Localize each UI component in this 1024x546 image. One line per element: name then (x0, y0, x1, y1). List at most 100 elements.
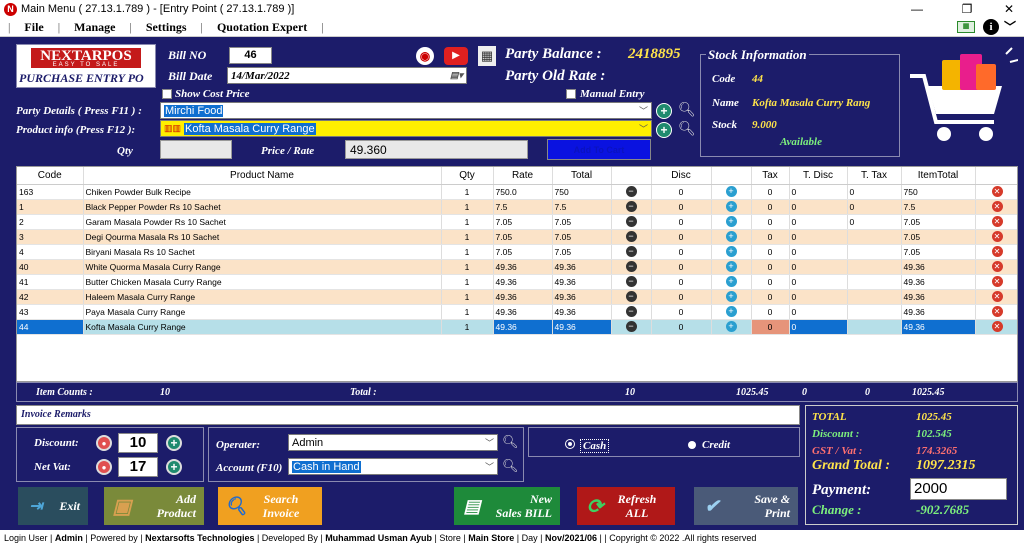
decrease-qty-icon[interactable]: − (625, 231, 637, 242)
cell-product-name[interactable]: Kofta Masala Curry Range (83, 319, 442, 335)
decrease-qty-icon[interactable]: − (625, 321, 637, 332)
delete-row-icon[interactable]: ✕ (991, 306, 1003, 317)
cell-rate[interactable]: 49.36 (493, 304, 553, 320)
cell-rate[interactable]: 49.36 (493, 319, 553, 335)
cell-delete[interactable]: ✕ (975, 259, 1017, 275)
product-select[interactable]: ▥▥ Kofta Masala Curry Range ﹀ (160, 120, 652, 137)
cell-plus[interactable]: + (711, 184, 752, 200)
cash-radio-label[interactable]: Cash (580, 439, 610, 453)
delete-row-icon[interactable]: ✕ (991, 231, 1003, 242)
table-row[interactable]: 41 Butter Chicken Masala Curry Range 1 49.3… (17, 274, 1017, 290)
cell-t-tax[interactable] (847, 289, 902, 305)
cell-rate[interactable]: 49.36 (493, 274, 553, 290)
chevron-down-icon[interactable]: ﹀ (485, 436, 494, 449)
cell-code[interactable]: 44 (17, 319, 84, 335)
cell-total[interactable]: 7.05 (552, 229, 612, 245)
col-product-name[interactable]: Product Name (83, 167, 442, 185)
cell-minus[interactable]: − (611, 244, 652, 260)
cell-delete[interactable]: ✕ (975, 319, 1017, 335)
cell-product-name[interactable]: Butter Chicken Masala Curry Range (83, 274, 442, 290)
increase-qty-icon[interactable]: + (725, 261, 737, 272)
cell-product-name[interactable]: Chiken Powder Bulk Recipe (83, 184, 442, 200)
decrease-qty-icon[interactable]: − (625, 216, 637, 227)
cell-tax[interactable]: 0 (751, 244, 790, 260)
cell-item-total[interactable]: 49.36 (901, 274, 976, 290)
delete-row-icon[interactable]: ✕ (991, 186, 1003, 197)
cell-item-total[interactable]: 7.05 (901, 244, 976, 260)
add-to-cart-button[interactable]: Add To Cart (547, 139, 651, 160)
cell-disc[interactable]: 0 (651, 304, 712, 320)
decrease-qty-icon[interactable]: − (625, 306, 637, 317)
cell-minus[interactable]: − (611, 259, 652, 275)
party-select[interactable]: Mirchi Food ﹀ (160, 102, 652, 119)
increase-qty-icon[interactable]: + (725, 276, 737, 287)
cell-t-disc[interactable]: 0 (789, 274, 848, 290)
cell-tax[interactable]: 0 (751, 214, 790, 230)
credit-radio[interactable] (688, 441, 696, 449)
cell-code[interactable]: 43 (17, 304, 84, 320)
decrease-qty-icon[interactable]: − (625, 276, 637, 287)
cell-total[interactable]: 750 (552, 184, 612, 200)
decrease-qty-icon[interactable]: − (625, 246, 637, 257)
calculator-icon[interactable]: ▦ (957, 21, 975, 33)
table-row[interactable]: 2 Garam Masala Powder Rs 10 Sachet 1 7.05 7.… (17, 214, 1017, 230)
cell-minus[interactable]: − (611, 184, 652, 200)
table-row[interactable]: 43 Paya Masala Curry Range 1 49.36 49.36−0 +0… (17, 304, 1017, 320)
cell-code[interactable]: 4 (17, 244, 84, 260)
table-row[interactable]: 163 Chiken Powder Bulk Recipe 1 750.0 750−0 +… (17, 184, 1017, 200)
cell-minus[interactable]: − (611, 214, 652, 230)
col-code[interactable]: Code (17, 167, 84, 185)
cell-t-tax[interactable]: 0 (847, 199, 902, 215)
chevron-down-icon[interactable]: ﹀ (639, 104, 648, 117)
delete-row-icon[interactable]: ✕ (991, 216, 1003, 227)
col-t-disc[interactable]: T. Disc (789, 167, 848, 185)
cell-tax[interactable]: 0 (751, 304, 790, 320)
cell-qty[interactable]: 1 (441, 214, 494, 230)
cell-minus[interactable]: − (611, 289, 652, 305)
cell-qty[interactable]: 1 (441, 289, 494, 305)
payment-input[interactable]: 2000 (910, 478, 1007, 500)
refresh-all-button[interactable]: ⟳ Refresh ALL (577, 487, 675, 525)
cell-total[interactable]: 49.36 (552, 289, 612, 305)
cell-code[interactable]: 40 (17, 259, 84, 275)
cell-disc[interactable]: 0 (651, 229, 712, 245)
cell-product-name[interactable]: Garam Masala Powder Rs 10 Sachet (83, 214, 442, 230)
cell-t-tax[interactable] (847, 244, 902, 260)
cell-qty[interactable]: 1 (441, 319, 494, 335)
discount-decrease-button[interactable]: ● (96, 435, 112, 451)
cell-delete[interactable]: ✕ (975, 289, 1017, 305)
table-row[interactable]: 42 Haleem Masala Curry Range 1 49.36 49.36−0… (17, 289, 1017, 305)
col-item-total[interactable]: ItemTotal (901, 167, 976, 185)
add-product-button[interactable]: ▣ Add Product (104, 487, 204, 525)
cell-disc[interactable]: 0 (651, 214, 712, 230)
cell-delete[interactable]: ✕ (975, 214, 1017, 230)
increase-qty-icon[interactable]: + (725, 186, 737, 197)
table-row[interactable]: 44 Kofta Masala Curry Range 1 49.36 49.36−0 +… (17, 319, 1017, 335)
add-party-icon[interactable]: + (656, 103, 672, 119)
cell-product-name[interactable]: Biryani Masala Rs 10 Sachet (83, 244, 442, 260)
cell-code[interactable]: 163 (17, 184, 84, 200)
chevron-down-icon[interactable]: ﹀ (639, 122, 648, 135)
cell-plus[interactable]: + (711, 304, 752, 320)
cash-radio[interactable] (566, 440, 574, 448)
cell-minus[interactable]: − (611, 319, 652, 335)
table-row[interactable]: 4 Biryani Masala Rs 10 Sachet 1 7.05 7.05−0 +… (17, 244, 1017, 260)
cell-rate[interactable]: 7.5 (493, 199, 553, 215)
cell-code[interactable]: 42 (17, 289, 84, 305)
cell-code[interactable]: 2 (17, 214, 84, 230)
cd-icon[interactable]: ◉ (416, 47, 434, 65)
cell-rate[interactable]: 7.05 (493, 214, 553, 230)
close-button[interactable]: ✕ (994, 0, 1024, 18)
cell-delete[interactable]: ✕ (975, 184, 1017, 200)
cell-rate[interactable]: 49.36 (493, 259, 553, 275)
cell-item-total[interactable]: 7.05 (901, 229, 976, 245)
cell-disc[interactable]: 0 (651, 319, 712, 335)
cell-product-name[interactable]: White Quorma Masala Curry Range (83, 259, 442, 275)
menu-quotation-expert[interactable]: Quotation Expert (203, 20, 321, 35)
col-total[interactable]: Total (552, 167, 612, 185)
cell-plus[interactable]: + (711, 274, 752, 290)
cell-disc[interactable]: 0 (651, 184, 712, 200)
cell-disc[interactable]: 0 (651, 259, 712, 275)
cell-tax[interactable]: 0 (751, 289, 790, 305)
cell-tax[interactable]: 0 (751, 184, 790, 200)
